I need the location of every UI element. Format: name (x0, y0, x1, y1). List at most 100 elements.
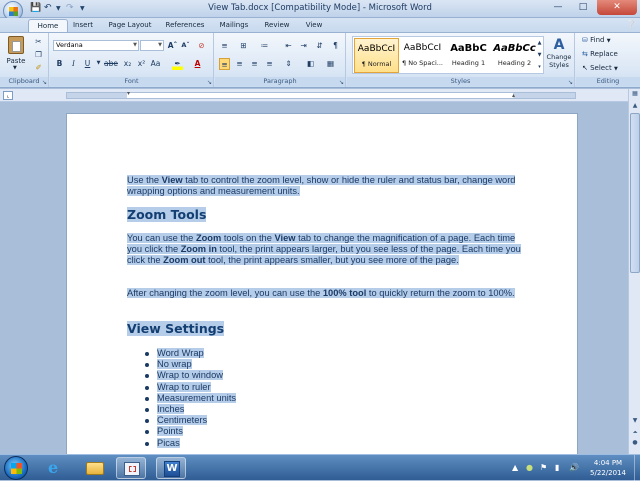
paragraph-launcher-icon[interactable]: ↘ (339, 79, 344, 86)
action-center-icon[interactable]: ⚑ (540, 463, 547, 472)
help-icon[interactable]: ❔ (626, 20, 636, 29)
align-left-icon[interactable]: ≡ (219, 58, 230, 70)
select-button[interactable]: ↖ Select ▼ (582, 64, 618, 72)
intro-paragraph[interactable]: Use the View tab to control the zoom lev… (127, 175, 522, 197)
underline-dropdown-icon[interactable]: ▼ (93, 58, 104, 70)
italic-button[interactable]: I (68, 58, 79, 70)
style-name: Heading 2 (497, 59, 532, 67)
close-button[interactable]: ✕ (597, 0, 637, 15)
list-item[interactable]: Centimeters (145, 415, 236, 426)
borders-icon[interactable]: ▦ (325, 58, 336, 70)
bold-button[interactable]: B (54, 58, 65, 70)
scroll-up-icon[interactable]: ▲ (630, 102, 640, 111)
sort-icon[interactable]: ⇵ (314, 40, 325, 52)
format-painter-icon[interactable]: ✐ (33, 62, 44, 74)
multilevel-list-icon[interactable]: ≔ (259, 40, 270, 52)
font-color-icon[interactable]: A (192, 58, 203, 70)
style-normal[interactable]: AaBbCcI ¶ Normal (354, 38, 399, 73)
list-item[interactable]: Word Wrap (145, 348, 236, 359)
tab-page-layout[interactable]: Page Layout (105, 19, 155, 32)
explorer-taskbar-button[interactable] (80, 457, 110, 479)
style-heading-2[interactable]: AaBbCc Heading 2 (492, 38, 537, 73)
tab-mailings[interactable]: Mailings (215, 19, 253, 32)
scroll-down-icon[interactable]: ▼ (630, 417, 640, 426)
shading-icon[interactable]: ◧ (305, 58, 316, 70)
list-item[interactable]: Inches (145, 404, 236, 415)
tab-selector-icon[interactable]: ⌞ (3, 91, 13, 100)
style-no-spacing[interactable]: AaBbCcI ¶ No Spaci... (400, 38, 445, 73)
maximize-button[interactable]: □ (571, 0, 595, 15)
system-clock[interactable]: 4:04 PM 5/22/2014 (582, 458, 634, 478)
gallery-scroll-up-icon[interactable]: ▲ (534, 38, 545, 50)
superscript-button[interactable]: x² (136, 58, 147, 70)
tab-references[interactable]: References (162, 19, 208, 32)
align-center-icon[interactable]: ≡ (234, 58, 245, 70)
heading-zoom-tools[interactable]: Zoom Tools (127, 207, 207, 222)
zoom-paragraph[interactable]: You can use the Zoom tools on the View t… (127, 233, 522, 265)
word-taskbar-button[interactable]: W (156, 457, 186, 479)
change-case-button[interactable]: Aa (150, 58, 161, 70)
increase-indent-icon[interactable]: ⇥ (298, 40, 309, 52)
clear-formatting-icon[interactable]: ⊘ (196, 40, 207, 52)
select-browse-object-icon[interactable]: ● (630, 439, 640, 448)
minimize-button[interactable]: — (546, 0, 570, 15)
heading-text: Zoom Tools (127, 207, 207, 222)
underline-button[interactable]: U (82, 58, 93, 70)
gallery-scroll-down-icon[interactable]: ▼ (534, 50, 545, 62)
shrink-font-icon[interactable]: Aˇ (180, 40, 191, 52)
snipping-taskbar-button[interactable] (116, 457, 146, 479)
list-item[interactable]: Points (145, 426, 236, 437)
signal-icon[interactable]: ▮ (555, 463, 559, 472)
list-item[interactable]: No wrap (145, 359, 236, 370)
subscript-button[interactable]: x₂ (122, 58, 133, 70)
tab-home[interactable]: Home (28, 19, 68, 32)
list-item[interactable]: Picas (145, 437, 236, 449)
styles-launcher-icon[interactable]: ↘ (568, 79, 573, 86)
volume-icon[interactable]: 🔊 (569, 463, 579, 472)
numbering-icon[interactable]: ⊞ (238, 40, 249, 52)
ie-taskbar-button[interactable]: e (40, 457, 70, 479)
find-button[interactable]: ⛁ Find ▼ (582, 36, 611, 44)
tab-review[interactable]: Review (260, 19, 294, 32)
bullets-icon[interactable]: ≡ (219, 40, 230, 52)
font-size-select[interactable]: ▼ (140, 40, 164, 51)
line-spacing-icon[interactable]: ⇕ (283, 58, 294, 70)
show-desktop-button[interactable] (634, 455, 640, 481)
list-item[interactable]: Wrap to window (145, 370, 236, 381)
heading-view-settings[interactable]: View Settings (127, 321, 225, 336)
tab-view[interactable]: View (300, 19, 328, 32)
font-launcher-icon[interactable]: ↘ (207, 79, 212, 86)
justify-icon[interactable]: ≡ (264, 58, 275, 70)
style-heading-1[interactable]: AaBbC Heading 1 (446, 38, 491, 73)
ruler-toggle-icon[interactable]: ▦ (630, 90, 640, 99)
font-name-select[interactable]: Verdana ▼ (53, 40, 139, 51)
copy-icon[interactable]: ❐ (33, 49, 44, 61)
start-button[interactable] (4, 456, 28, 480)
list-item[interactable]: Measurement units (145, 392, 237, 404)
grow-font-icon[interactable]: Aˆ (167, 40, 178, 52)
cut-icon[interactable]: ✂ (33, 36, 44, 48)
tab-insert[interactable]: Insert (68, 19, 98, 32)
network-status-icon[interactable]: ● (526, 463, 533, 472)
strikethrough-button[interactable]: abe (104, 58, 118, 70)
align-right-icon[interactable]: ≡ (249, 58, 260, 70)
scrollbar-thumb[interactable] (630, 113, 640, 273)
change-styles-button[interactable]: A Change Styles (546, 37, 572, 77)
list-item[interactable]: Wrap to ruler (145, 381, 236, 393)
vertical-scrollbar[interactable]: ▦ ▲ ▼ ⏶ ● (628, 89, 640, 454)
document-page[interactable]: Use the View tab to control the zoom lev… (66, 113, 578, 463)
decrease-indent-icon[interactable]: ⇤ (283, 40, 294, 52)
indent-marker-icon[interactable]: ▾ (127, 90, 130, 97)
previous-page-icon[interactable]: ⏶ (630, 429, 640, 438)
clipboard-launcher-icon[interactable]: ↘ (42, 79, 47, 86)
highlight-icon[interactable]: ✒ (172, 58, 183, 70)
show-hidden-icons-icon[interactable]: ▲ (512, 463, 518, 472)
right-indent-marker-icon[interactable]: ▴ (512, 92, 515, 99)
show-hide-icon[interactable]: ¶ (330, 40, 341, 52)
replace-button[interactable]: ⇆ Replace (582, 50, 618, 58)
font-group-label: Font (50, 77, 213, 86)
horizontal-ruler[interactable]: ▾ ▴ (66, 90, 576, 99)
paste-button[interactable]: Paste ▼ (4, 35, 28, 73)
after-paragraph[interactable]: After changing the zoom level, you can u… (127, 288, 522, 299)
gallery-more-icon[interactable]: ▾ (534, 62, 545, 74)
